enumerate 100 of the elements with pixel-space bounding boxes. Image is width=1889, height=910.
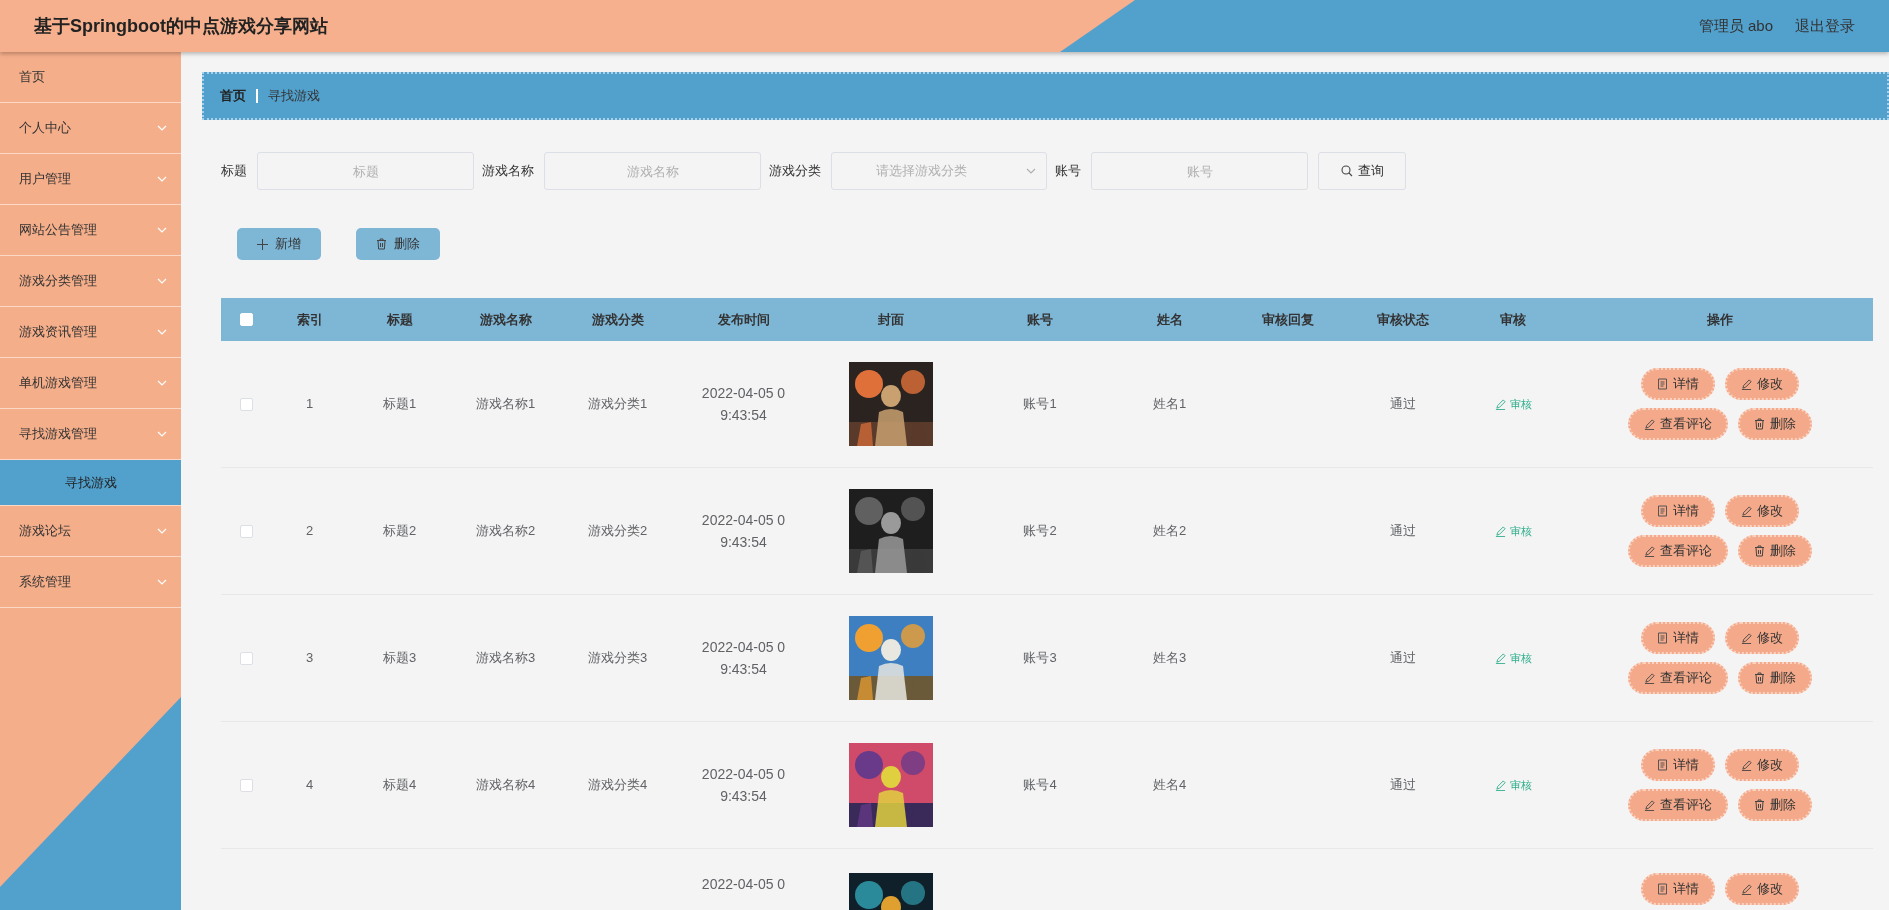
table-cell-text: 游戏名称4 [475, 776, 536, 795]
pencil-icon [1494, 398, 1506, 410]
sidebar-item[interactable]: 用户管理 [0, 154, 181, 205]
add-button[interactable]: 新增 [237, 228, 321, 260]
table-cell-text: 通过 [1389, 395, 1416, 414]
pencil-icon [1494, 525, 1506, 537]
checkbox[interactable] [239, 778, 253, 792]
column-header: 发布时间 [717, 310, 770, 329]
action-button[interactable]: 详情 [1641, 749, 1715, 781]
chevron-down-icon [157, 125, 167, 131]
action-button[interactable]: 查看评论 [1628, 535, 1728, 567]
checkbox[interactable] [239, 397, 253, 411]
column-header: 游戏分类 [591, 310, 644, 329]
table-cell-text: 1 [305, 395, 314, 414]
action-button[interactable]: 修改 [1725, 873, 1799, 905]
table-cell-text: 标题1 [382, 395, 417, 414]
table-cell-text: 2022-04-05 0 [701, 875, 786, 894]
pencil-icon [1644, 672, 1655, 684]
table-cell-text: 账号1 [1023, 395, 1057, 414]
table-cell-text: 游戏分类3 [587, 649, 648, 668]
sidebar-item[interactable]: 首页 [0, 52, 181, 103]
document-icon [1657, 632, 1668, 644]
action-button[interactable]: 删除 [1738, 789, 1812, 821]
pencil-icon [1741, 378, 1752, 390]
column-header: 封面 [878, 310, 904, 329]
chevron-down-icon [1026, 168, 1036, 174]
table-cell-text: 2022-04-05 0 9:43:54 [701, 765, 786, 806]
action-button[interactable]: 修改 [1725, 495, 1799, 527]
document-icon [1657, 759, 1668, 771]
field-label: 游戏分类 [769, 162, 821, 181]
delete-button[interactable]: 删除 [356, 228, 440, 260]
search-field[interactable]: 账号 [1091, 152, 1308, 190]
action-button[interactable]: 详情 [1641, 495, 1715, 527]
action-button[interactable]: 删除 [1738, 535, 1812, 567]
table-cell-text: 2022-04-05 0 9:43:54 [701, 384, 786, 425]
chevron-down-icon [157, 579, 167, 585]
document-icon [1657, 505, 1668, 517]
field-label: 游戏名称 [482, 162, 534, 181]
table-cell-text: 标题2 [382, 522, 417, 541]
table-cell-text: 2022-04-05 0 9:43:54 [701, 638, 786, 679]
table-cell-text: 游戏分类1 [587, 395, 648, 414]
column-header: 审核状态 [1376, 310, 1429, 329]
action-button[interactable]: 查看评论 [1628, 662, 1728, 694]
table-cell-text: 标题3 [382, 649, 417, 668]
pencil-icon [1644, 545, 1655, 557]
table-cell-text: 姓名2 [1152, 522, 1187, 541]
action-button[interactable]: 查看评论 [1628, 408, 1728, 440]
chevron-down-icon [157, 380, 167, 386]
column-header: 标题 [386, 310, 413, 329]
action-button[interactable]: 详情 [1641, 622, 1715, 654]
trash-icon [376, 238, 387, 250]
table-cell-text: 游戏名称1 [475, 395, 536, 414]
action-button[interactable]: 修改 [1725, 368, 1799, 400]
chevron-down-icon [157, 528, 167, 534]
search-button[interactable]: 查询 [1318, 152, 1406, 190]
sidebar-item[interactable]: 游戏资讯管理 [0, 307, 181, 358]
sidebar-item[interactable]: 个人中心 [0, 103, 181, 154]
search-field[interactable]: 标题 [257, 152, 474, 190]
action-button[interactable]: 修改 [1725, 749, 1799, 781]
trash-icon [1754, 799, 1765, 811]
table-cell-text: 通过 [1389, 649, 1416, 668]
pencil-icon [1741, 883, 1752, 895]
action-button[interactable]: 查看评论 [1628, 789, 1728, 821]
column-header: 游戏名称 [479, 310, 532, 329]
checkbox[interactable] [239, 524, 253, 538]
breadcrumb-link[interactable]: 寻找游戏 [268, 86, 320, 106]
breadcrumb-link[interactable]: 首页 [220, 86, 246, 106]
table-cell-text: 3 [305, 649, 314, 668]
table-cell-text: 通过 [1389, 522, 1416, 541]
chevron-down-icon [157, 329, 167, 335]
action-button[interactable]: 删除 [1738, 662, 1812, 694]
table-cell-text: 游戏名称3 [475, 649, 536, 668]
pencil-icon [1644, 799, 1655, 811]
pencil-icon [1644, 418, 1655, 430]
chevron-down-icon [157, 227, 167, 233]
table-cell-text: 标题4 [382, 776, 417, 795]
trash-icon [1754, 545, 1765, 557]
table-cell-text: 姓名1 [1152, 395, 1187, 414]
action-button[interactable]: 修改 [1725, 622, 1799, 654]
document-icon [1657, 378, 1668, 390]
action-button[interactable]: 详情 [1641, 368, 1715, 400]
logout-link[interactable]: 退出登录 [1795, 14, 1855, 38]
action-button[interactable]: 删除 [1738, 408, 1812, 440]
table-cell-text: 姓名4 [1152, 776, 1187, 795]
table-cell-text: 游戏分类2 [587, 522, 648, 541]
pencil-icon [1494, 779, 1506, 791]
chevron-down-icon [157, 278, 167, 284]
table-cell-text: 4 [305, 776, 314, 795]
column-header: 索引 [296, 310, 323, 329]
sidebar-item[interactable]: 系统管理 [0, 557, 181, 608]
checkbox[interactable] [239, 651, 253, 665]
sidebar-item[interactable]: 网站公告管理 [0, 205, 181, 256]
table-cell-text: 2022-04-05 0 9:43:54 [701, 511, 786, 552]
action-button[interactable]: 详情 [1641, 873, 1715, 905]
sidebar-item[interactable]: 游戏论坛 [0, 506, 181, 557]
sidebar-item[interactable]: 游戏分类管理 [0, 256, 181, 307]
pencil-icon [1741, 759, 1752, 771]
search-field[interactable]: 游戏名称 [544, 152, 761, 190]
sidebar-item[interactable]: 单机游戏管理 [0, 358, 181, 409]
sidebar-subitem[interactable]: 寻找游戏 [0, 460, 181, 506]
